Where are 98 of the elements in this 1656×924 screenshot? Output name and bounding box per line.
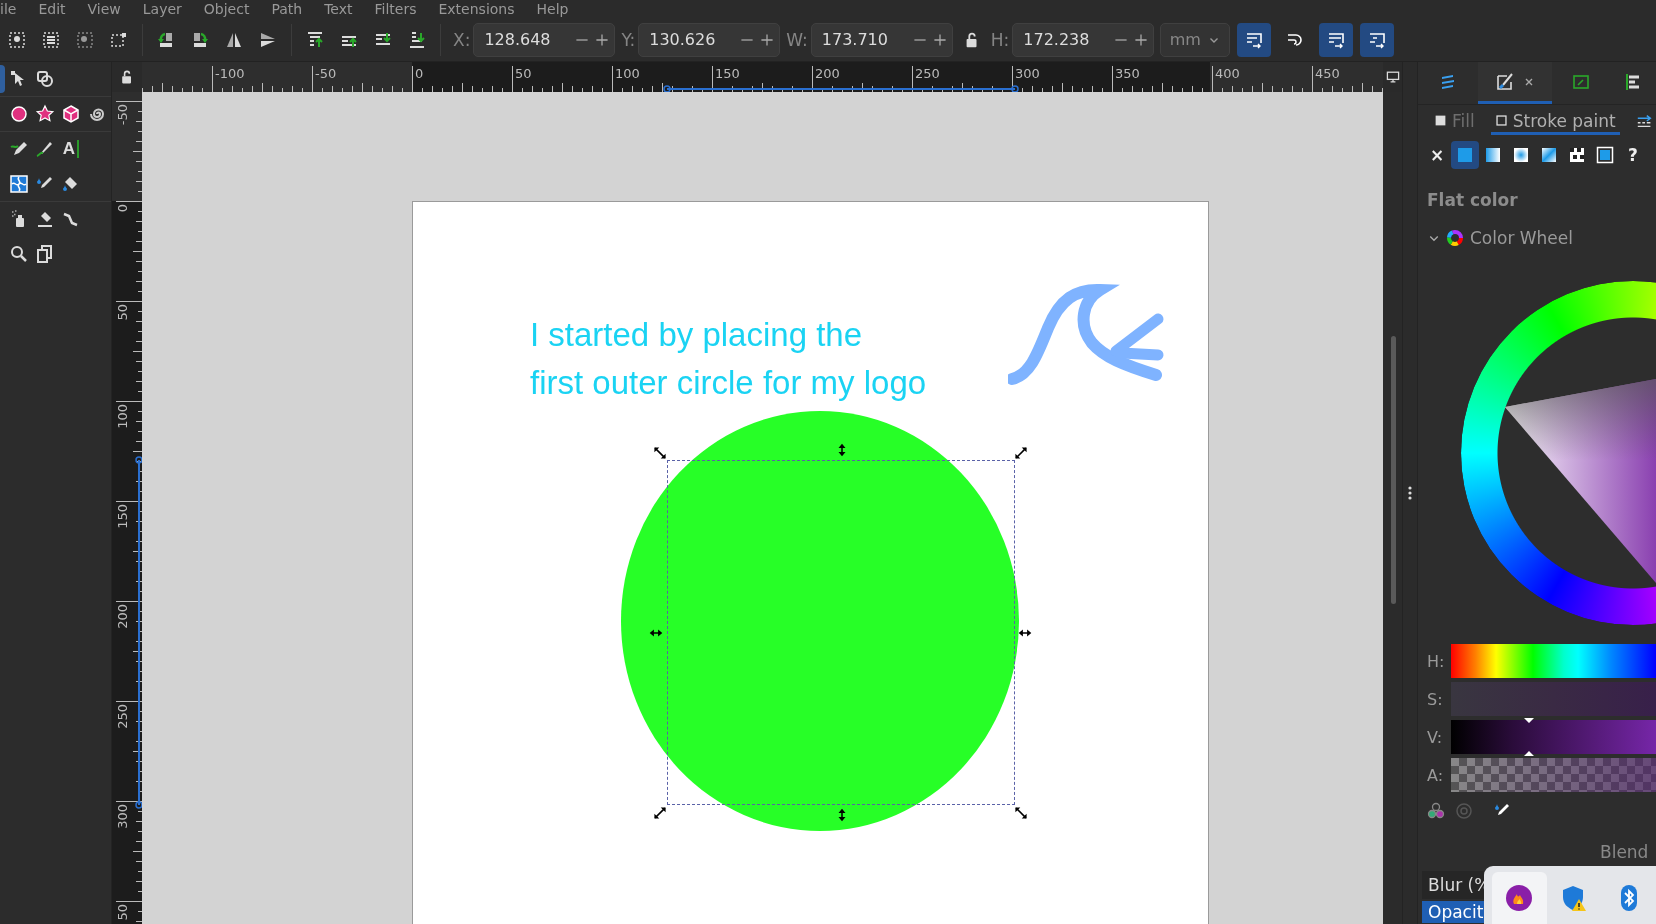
eraser-icon[interactable] [35, 209, 55, 229]
toggle-button[interactable] [1319, 22, 1354, 57]
picture-square-icon[interactable] [75, 29, 95, 50]
flame-app-icon [1505, 884, 1534, 912]
menu-item[interactable]: Text [313, 0, 364, 18]
picker-label[interactable]: Color Wheel [1470, 228, 1573, 248]
field-label: H: [990, 29, 1010, 50]
scale-handle[interactable] [1014, 806, 1028, 820]
plus-icon[interactable] [594, 31, 611, 48]
ruler-label: -100 [215, 66, 245, 81]
mesh-icon[interactable] [9, 174, 29, 194]
menu-item[interactable]: View [76, 0, 132, 18]
search-icon[interactable] [9, 244, 29, 264]
ruler-label: 300 [115, 804, 130, 829]
menu-item[interactable]: Layer [131, 0, 193, 18]
monitor-icon[interactable] [1384, 69, 1401, 85]
field-label: X: [453, 29, 471, 50]
select-all-icon[interactable] [7, 29, 27, 50]
pattern-icon [1567, 145, 1587, 165]
pages-icon[interactable] [35, 244, 55, 264]
raise-to-top-icon[interactable] [305, 29, 325, 50]
lower-to-bottom-icon[interactable] [407, 29, 427, 50]
ruler-label: 50 [515, 66, 532, 81]
color-ring-icon [1446, 229, 1464, 247]
panel-tab[interactable] [1478, 62, 1552, 104]
star-icon[interactable] [35, 104, 55, 124]
pen-icon[interactable] [35, 139, 55, 159]
radial-gradient-icon [1511, 145, 1531, 165]
menu-item[interactable]: Filters [363, 0, 428, 18]
value-slider[interactable] [1451, 720, 1656, 754]
menu-item[interactable]: Object [192, 0, 261, 18]
ruler-label: 300 [1015, 66, 1040, 81]
brush-square-icon [1495, 71, 1515, 92]
plus-icon[interactable] [1133, 31, 1150, 48]
scale-handle[interactable] [653, 806, 667, 820]
layers-stack-icon[interactable] [41, 29, 61, 50]
field-label: W: [786, 29, 808, 50]
ruler-label: 0 [115, 204, 130, 213]
ruler-label: 150 [715, 66, 740, 81]
slider-thumb[interactable] [1522, 718, 1535, 756]
ruler-label: 350 [1115, 66, 1140, 81]
shield-warning-icon [1560, 884, 1588, 912]
paint-mode-label: Flat color [1426, 189, 1519, 212]
number-field[interactable]: 130.626 [638, 22, 781, 57]
canvas-text: I started by placing the first outer circle for my logo [530, 315, 927, 403]
menu-item[interactable]: ile [0, 0, 28, 18]
slider-label: H: [1426, 651, 1446, 671]
plus-icon[interactable] [759, 31, 776, 48]
ruler-label: 400 [1215, 66, 1240, 81]
ruler-label: 100 [615, 66, 640, 81]
tray-icon-button[interactable] [1492, 872, 1547, 924]
field-label: Y: [621, 29, 636, 50]
ruler-label: 250 [915, 66, 940, 81]
three-circles-icon[interactable] [1426, 801, 1446, 821]
ruler-label: 250 [115, 704, 130, 729]
ruler-label: 50 [115, 304, 130, 321]
blend-label: Blend [1599, 841, 1650, 863]
scrollbar-thumb[interactable] [1391, 336, 1396, 604]
paint-type-button[interactable]: × [1423, 141, 1451, 169]
ruler-label: 0 [415, 66, 424, 81]
ruler-label: 200 [815, 66, 840, 81]
square-outline-icon [1494, 114, 1508, 127]
filled-square-icon [1434, 114, 1447, 127]
drag-handle-icon[interactable] [1407, 485, 1413, 501]
toggle-button[interactable] [1237, 22, 1272, 57]
menu-item[interactable]: Path [260, 0, 314, 18]
ruler-label: 100 [115, 404, 130, 429]
menu-item[interactable]: Extensions [427, 0, 526, 18]
number-field[interactable]: 172.238 [1012, 22, 1155, 57]
scale-handle[interactable] [653, 446, 667, 460]
number-field[interactable]: 128.648 [473, 22, 616, 57]
paint-tab[interactable]: Fill [1430, 109, 1479, 135]
cube-icon[interactable] [61, 104, 81, 124]
paint-tab[interactable]: Stroke paint [1490, 109, 1620, 135]
ruler-label: -50 [315, 66, 337, 81]
slider-label: S: [1426, 689, 1444, 709]
plus-icon[interactable] [931, 31, 948, 48]
slider-label: A: [1426, 765, 1445, 785]
swatch-icon [1595, 145, 1615, 165]
toggle-button[interactable] [1360, 22, 1395, 57]
shape-builder-icon[interactable] [35, 69, 55, 89]
flat-color-icon [1455, 145, 1475, 165]
hue-strip[interactable] [1451, 644, 1656, 678]
ruler-label: 150 [115, 504, 130, 529]
number-field[interactable]: 173.710 [810, 22, 953, 57]
ruler-label: 200 [115, 604, 130, 629]
mesh-gradient-icon [1539, 145, 1559, 165]
ruler-label: -50 [115, 104, 130, 126]
menu-item[interactable]: Help [525, 0, 580, 18]
paint-type-button[interactable]: ? [1619, 141, 1647, 169]
slider-label: V: [1426, 727, 1444, 747]
circle-icon[interactable] [9, 104, 29, 124]
linear-gradient-icon [1483, 145, 1503, 165]
ruler-label: 450 [1315, 66, 1340, 81]
scale-handle[interactable] [1014, 446, 1028, 460]
menu-item[interactable]: Edit [27, 0, 77, 18]
unit-dropdown[interactable]: mm [1160, 22, 1231, 57]
ruler-label: 50 [115, 904, 130, 921]
